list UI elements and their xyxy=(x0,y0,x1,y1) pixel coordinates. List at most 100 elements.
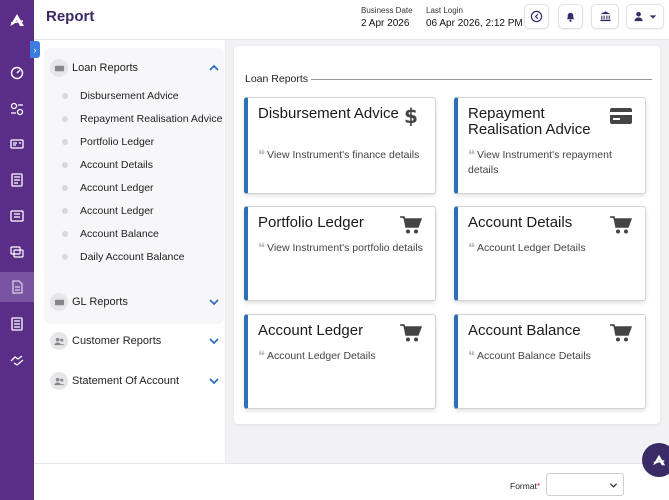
menu-item-label: Daily Account Balance xyxy=(80,251,185,263)
last-login-value: 06 Apr 2026, 2:12 PM xyxy=(426,18,523,29)
last-login-block: Last Login 06 Apr 2026, 2:12 PM xyxy=(426,6,523,29)
report-card-account-balance[interactable]: Account Balance ❝ Account Balance Details xyxy=(454,314,646,409)
card-description-text: Account Ledger Details xyxy=(267,350,376,362)
menu-item-account-ledger[interactable]: Account Ledger xyxy=(62,182,154,194)
app-logo-icon[interactable] xyxy=(0,0,34,40)
notifications-button[interactable] xyxy=(558,4,583,29)
report-group-icon xyxy=(50,59,68,77)
quote-icon: ❝ xyxy=(468,148,475,163)
nav-id-card-icon[interactable] xyxy=(0,129,34,159)
top-header: Report Business Date 2 Apr 2026 Last Log… xyxy=(34,0,669,40)
menu-item-disbursement-advice[interactable]: Disbursement Advice xyxy=(62,90,179,102)
users-icon xyxy=(50,372,68,390)
menu-item-label: Account Ledger xyxy=(80,205,154,217)
bullet-dot xyxy=(62,162,68,168)
menu-item-label: Account Ledger xyxy=(80,182,154,194)
bullet-dot xyxy=(62,208,68,214)
bullet-dot xyxy=(62,139,68,145)
quote-icon: ❝ xyxy=(468,241,475,256)
chevron-down-icon[interactable] xyxy=(208,335,220,347)
report-menu: Loan Reports Disbursement Advice Repayme… xyxy=(34,40,226,463)
chevron-down-icon[interactable] xyxy=(208,375,220,387)
collapse-toggle-button[interactable]: › xyxy=(30,41,40,58)
card-title: Account Ledger xyxy=(258,322,364,339)
svg-text:$: $ xyxy=(404,106,418,126)
format-select[interactable] xyxy=(546,473,624,496)
gl-reports-header[interactable]: GL Reports xyxy=(50,293,220,311)
bullet-dot xyxy=(62,231,68,237)
report-card-account-details[interactable]: Account Details ❝ Account Ledger Details xyxy=(454,206,646,301)
nav-document-icon[interactable] xyxy=(0,165,34,195)
menu-item-label: Portfolio Ledger xyxy=(80,136,155,148)
bullet-dot xyxy=(62,254,68,260)
credit-card-icon xyxy=(610,108,632,124)
statement-of-account-header[interactable]: Statement Of Account xyxy=(50,372,220,390)
users-icon xyxy=(50,332,68,350)
chevron-down-icon[interactable] xyxy=(208,296,220,308)
loan-reports-header[interactable]: Loan Reports xyxy=(50,59,220,77)
section-divider xyxy=(311,79,652,80)
menu-item-daily-account-balance[interactable]: Daily Account Balance xyxy=(62,251,184,263)
business-date-block: Business Date 2 Apr 2026 xyxy=(361,6,413,29)
menu-item-label: Disbursement Advice xyxy=(80,90,179,102)
cart-icon xyxy=(610,216,633,234)
chevron-up-icon[interactable] xyxy=(208,62,220,74)
menu-item-label: Account Balance xyxy=(80,228,159,240)
card-description: ❝ Account Balance Details xyxy=(468,349,643,364)
bullet-dot xyxy=(62,185,68,191)
quote-icon: ❝ xyxy=(468,349,475,364)
card-description-text: Account Ledger Details xyxy=(477,242,586,254)
menu-item-portfolio-ledger[interactable]: Portfolio Ledger xyxy=(62,136,154,148)
nav-handshake-icon[interactable] xyxy=(0,345,34,375)
quote-icon: ❝ xyxy=(258,148,265,163)
format-label: Format* xyxy=(510,481,540,491)
menu-item-account-ledger-2[interactable]: Account Ledger xyxy=(62,205,154,217)
quote-icon: ❝ xyxy=(258,241,265,256)
nav-reports-icon[interactable] xyxy=(0,272,34,302)
assistant-fab-button[interactable] xyxy=(642,443,669,477)
bullet-dot xyxy=(62,93,68,99)
gl-reports-label: GL Reports xyxy=(72,296,128,308)
customer-reports-header[interactable]: Customer Reports xyxy=(50,332,220,350)
report-card-portfolio-ledger[interactable]: Portfolio Ledger ❝ View Instrument's port… xyxy=(244,206,436,301)
bank-icon xyxy=(599,11,611,22)
bank-button[interactable] xyxy=(591,4,619,29)
back-button[interactable] xyxy=(524,4,549,29)
menu-item-account-details[interactable]: Account Details xyxy=(62,159,153,171)
menu-item-repayment-realisation-advice[interactable]: Repayment Realisation Advice xyxy=(62,113,222,125)
nav-dashboard-icon[interactable] xyxy=(0,58,34,88)
menu-item-account-balance[interactable]: Account Balance xyxy=(62,228,159,240)
bell-icon xyxy=(566,12,575,22)
quote-icon: ❝ xyxy=(258,349,265,364)
nav-ledger-icon[interactable] xyxy=(0,309,34,339)
back-circle-icon xyxy=(530,10,543,23)
left-nav-rail xyxy=(0,0,34,500)
report-card-repayment-realisation-advice[interactable]: Repayment Realisation Advice ❝ View Instr… xyxy=(454,97,646,194)
user-icon xyxy=(634,11,643,22)
last-login-label: Last Login xyxy=(426,6,463,15)
card-description: ❝ Account Ledger Details xyxy=(258,349,433,364)
user-menu-button[interactable] xyxy=(626,4,664,29)
card-description: ❝ View Instrument's finance details xyxy=(258,148,433,163)
card-description-text: View Instrument's portfolio details xyxy=(267,242,423,254)
page-title: Report xyxy=(46,8,95,25)
card-description-text: View Instrument's finance details xyxy=(267,149,420,161)
nav-settings-icon[interactable] xyxy=(0,94,34,124)
dollar-icon: $ xyxy=(404,106,418,126)
nav-receipt-icon[interactable] xyxy=(0,201,34,231)
report-content-panel: Loan Reports Disbursement Advice $ ❝ View… xyxy=(234,46,660,424)
statement-of-account-label: Statement Of Account xyxy=(72,375,180,387)
cart-icon xyxy=(400,216,423,234)
nav-transfer-icon[interactable] xyxy=(0,237,34,267)
menu-item-label: Repayment Realisation Advice xyxy=(80,113,223,125)
report-card-disbursement-advice[interactable]: Disbursement Advice $ ❝ View Instrument's… xyxy=(244,97,436,194)
card-title: Portfolio Ledger xyxy=(258,214,364,231)
report-card-account-ledger[interactable]: Account Ledger ❝ Account Ledger Details xyxy=(244,314,436,409)
format-label-text: Format xyxy=(510,481,537,491)
card-description: ❝ View Instrument's portfolio details xyxy=(258,241,433,256)
required-mark: * xyxy=(536,481,541,491)
bullet-dot xyxy=(62,116,68,122)
section-title: Loan Reports xyxy=(245,73,309,85)
card-description: ❝ Account Ledger Details xyxy=(468,241,643,256)
menu-item-label: Account Details xyxy=(80,159,153,171)
